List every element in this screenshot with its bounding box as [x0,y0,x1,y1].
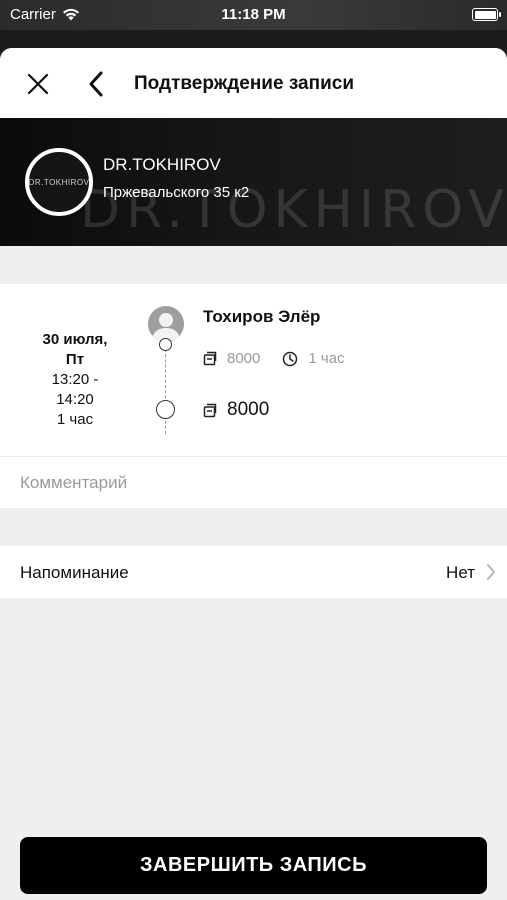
service-duration: 1 час [308,350,345,367]
timeline-dot-total [156,400,175,419]
master-name: Тохиров Элёр [203,307,321,326]
booking-confirmation-sheet: Подтверждение записи DR.TOKHIROV DR.TOKH… [0,48,507,900]
appointment-weekday: Пт [65,351,85,368]
reminder-row[interactable]: Напоминание Нет [0,546,507,598]
total-row: 8000 [203,399,269,421]
salon-banner: DR.TOKHIROV DR.TOKHIROV DR.TOKHIROV Прже… [0,118,507,246]
appointment-datetime: 30 июля, Пт 13:20 - 14:20 1 час [22,330,128,430]
service-price: 8000 [227,350,261,367]
timeline-line [165,344,166,434]
salon-name: DR.TOKHIROV [103,155,221,174]
salon-avatar-logo-text: DR.TOKHIROV [28,177,90,187]
status-bar: Carrier 11:18 PM [0,0,507,30]
service-row: 8000 1 час [203,350,345,367]
total-price: 8000 [227,399,270,420]
appointment-duration: 1 час [56,411,94,428]
back-chevron-icon[interactable] [86,70,106,98]
page-title: Подтверждение записи [134,73,354,94]
reminder-value: Нет [446,563,475,582]
timeline-dot-service [159,338,172,351]
comment-input[interactable] [20,457,485,509]
nav-bar: Подтверждение записи [0,48,507,118]
status-time: 11:18 PM [221,6,286,23]
master-avatar [148,306,184,342]
appointment-date: 30 июля, [42,331,108,348]
battery-icon [472,8,501,21]
clock-icon [283,351,298,366]
salon-address: Пржевальского 35 к2 [103,184,250,201]
close-icon[interactable] [26,72,50,96]
appointment-time-start: 13:20 - [51,371,99,388]
salon-avatar: DR.TOKHIROV [25,148,93,216]
person-placeholder-icon [152,313,180,342]
comment-row [0,456,507,509]
price-tag-icon [203,403,217,417]
appointment-time-end: 14:20 [56,391,94,408]
finish-booking-button[interactable]: ЗАВЕРШИТЬ ЗАПИСЬ [20,837,487,894]
appointment-card: 30 июля, Пт 13:20 - 14:20 1 час Тохиров … [0,284,507,456]
reminder-label: Напоминание [20,563,129,582]
price-tag-icon [203,351,217,366]
chevron-right-icon [487,564,495,580]
